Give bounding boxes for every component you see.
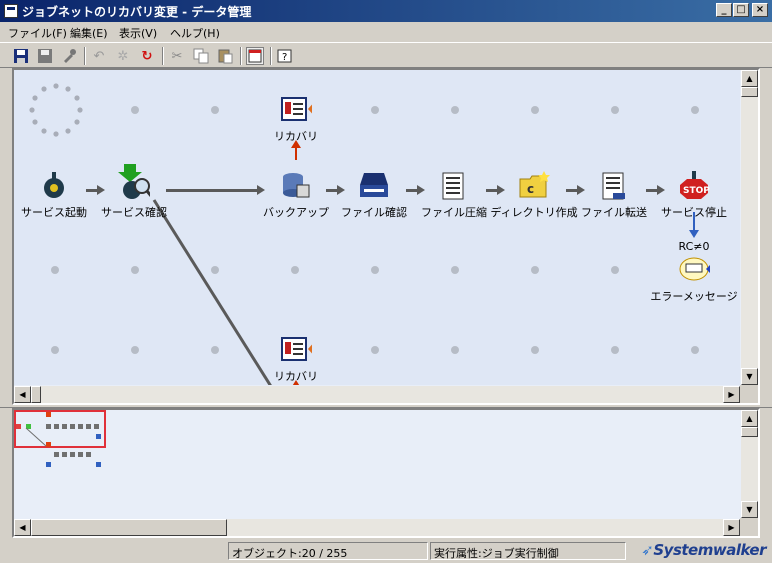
scroll-left-button[interactable]: ◀ <box>14 386 31 403</box>
database-icon <box>280 170 312 202</box>
scroll-down-button[interactable]: ▼ <box>741 501 758 518</box>
status-bar: オブジェクト:20 / 255 実行属性:ジョブ実行制御 ➶Systemwalk… <box>0 539 772 563</box>
scroll-thumb[interactable] <box>31 386 41 403</box>
title-bar[interactable]: ジョブネットのリカバリ変更 - データ管理 _ □ × <box>0 0 772 22</box>
connector-lines <box>152 140 699 385</box>
help-icon[interactable]: ? <box>276 47 294 65</box>
node-service-check[interactable]: サービス確認 <box>84 164 184 220</box>
menu-help[interactable]: ヘルプ(H) <box>170 25 220 41</box>
canvas-vertical-scrollbar[interactable]: ▲ ▼ <box>741 70 758 385</box>
menu-bar: ファイル(F) 編集(E) 表示(V) ヘルプ(H) <box>0 22 772 42</box>
overview-pane[interactable]: ▲ ▼ ◀ ▶ <box>12 408 760 538</box>
node-recovery-bottom[interactable]: リカバリ <box>246 334 346 384</box>
cut-icon[interactable]: ✂ <box>168 47 186 65</box>
node-error-message[interactable]: エラーメッセージ <box>644 254 740 304</box>
save-as-icon[interactable] <box>36 47 54 65</box>
canvas-area[interactable]: サービス起動 サービス確認 リカバリ バックアップ ファイル確認 ファイル圧縮 … <box>14 70 740 385</box>
window-title: ジョブネットのリカバリ変更 - データ管理 <box>22 5 252 19</box>
overview-map <box>16 412 101 467</box>
canvas-horizontal-scrollbar[interactable]: ◀ ▶ <box>14 386 740 403</box>
save-icon[interactable] <box>12 47 30 65</box>
refresh-icon[interactable]: ↻ <box>138 47 156 65</box>
app-icon[interactable] <box>4 4 18 18</box>
close-button[interactable]: × <box>752 3 768 17</box>
brand-logo: ➶Systemwalker <box>641 541 766 559</box>
overview-horizontal-scrollbar[interactable]: ◀ ▶ <box>14 519 740 536</box>
document-transfer-icon <box>598 170 630 202</box>
scroll-thumb[interactable] <box>741 427 758 437</box>
maximize-button[interactable]: □ <box>733 3 749 17</box>
jobnet-canvas[interactable]: サービス起動 サービス確認 リカバリ バックアップ ファイル確認 ファイル圧縮 … <box>12 68 760 405</box>
stop-sign-icon: STOP <box>678 170 710 202</box>
scroll-right-button[interactable]: ▶ <box>723 519 740 536</box>
svg-text:STOP: STOP <box>683 186 710 196</box>
scroll-down-button[interactable]: ▼ <box>741 368 758 385</box>
menu-file[interactable]: ファイル(F) <box>8 25 67 41</box>
service-gear-icon <box>38 170 70 202</box>
undo-icon[interactable]: ↶ <box>90 47 108 65</box>
menu-view[interactable]: 表示(V) <box>119 25 157 41</box>
exec-attribute: 実行属性:ジョブ実行制御 <box>430 542 626 560</box>
message-icon <box>678 254 710 286</box>
scroll-up-button[interactable]: ▲ <box>741 70 758 87</box>
scroll-right-button[interactable]: ▶ <box>723 386 740 403</box>
toolbar: ↶ ✲ ↻ ✂ ? <box>0 42 772 68</box>
scroll-thumb[interactable] <box>31 519 227 536</box>
service-check-icon <box>118 164 150 202</box>
calendar-icon[interactable] <box>246 47 264 65</box>
scroll-left-button[interactable]: ◀ <box>14 519 31 536</box>
scroll-thumb[interactable] <box>741 87 758 97</box>
brand-swoosh-icon: ➶ <box>641 541 654 559</box>
object-count: オブジェクト:20 / 255 <box>228 542 428 560</box>
node-service-stop[interactable]: STOP サービス停止 <box>644 170 740 220</box>
node-recovery-top[interactable]: リカバリ <box>246 94 346 144</box>
wrench-icon[interactable] <box>60 47 78 65</box>
redo-icon[interactable]: ✲ <box>114 47 132 65</box>
recovery-icon <box>280 94 312 126</box>
scanner-icon <box>358 170 390 202</box>
minimize-button[interactable]: _ <box>716 3 732 17</box>
svg-text:c: c <box>527 182 534 196</box>
folder-icon: c <box>518 170 550 202</box>
condition-arrow-head <box>689 230 699 238</box>
copy-icon[interactable] <box>192 47 210 65</box>
paste-icon[interactable] <box>216 47 234 65</box>
scroll-up-button[interactable]: ▲ <box>741 410 758 427</box>
condition-label: RC≠0 <box>678 240 710 253</box>
overview-area[interactable] <box>14 410 740 518</box>
menu-edit[interactable]: 編集(E) <box>70 25 108 41</box>
compress-icon <box>438 170 470 202</box>
recovery-icon <box>280 334 312 366</box>
svg-text:?: ? <box>282 52 287 63</box>
overview-vertical-scrollbar[interactable]: ▲ ▼ <box>741 410 758 518</box>
